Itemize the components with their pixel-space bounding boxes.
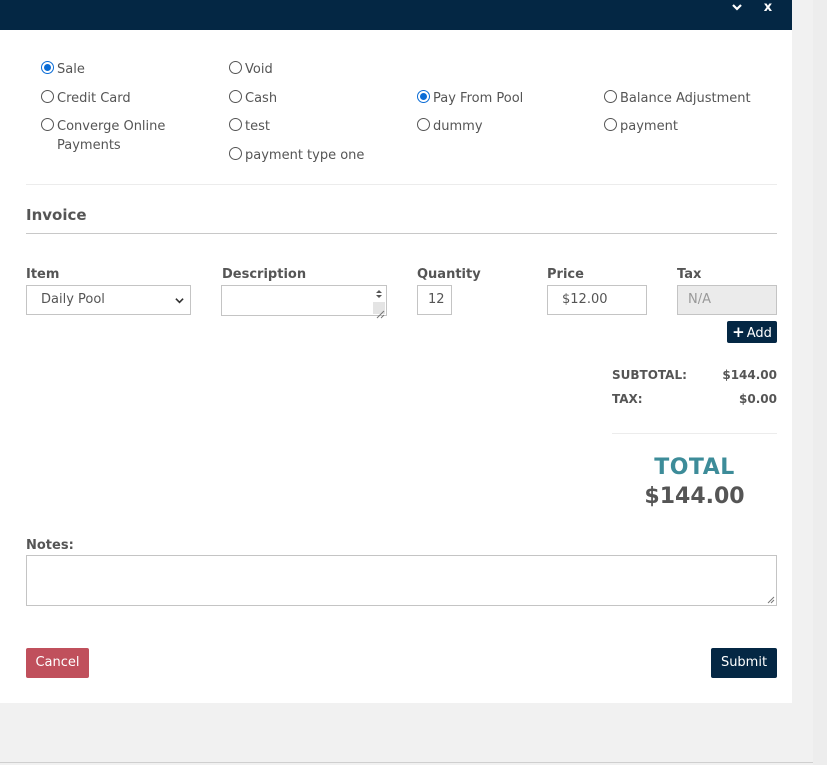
radio-void[interactable]: Void bbox=[229, 60, 273, 79]
quantity-input[interactable]: 12 bbox=[417, 285, 452, 315]
radio-indicator[interactable] bbox=[41, 61, 54, 74]
quantity-label: Quantity bbox=[417, 267, 481, 282]
radio-label: payment type one bbox=[245, 148, 365, 163]
modal-titlebar: x bbox=[0, 0, 792, 30]
radio-label: payment bbox=[620, 119, 678, 134]
item-select-value: Daily Pool bbox=[41, 292, 105, 307]
price-label: Price bbox=[547, 267, 584, 282]
radio-indicator[interactable] bbox=[229, 61, 242, 74]
radio-indicator[interactable] bbox=[229, 90, 242, 103]
radio-test[interactable]: test bbox=[229, 117, 270, 136]
radio-label: Balance Adjustment bbox=[620, 91, 751, 106]
radio-sale[interactable]: Sale bbox=[41, 60, 85, 79]
radio-indicator[interactable] bbox=[41, 90, 54, 103]
resize-handle-icon[interactable] bbox=[373, 302, 385, 319]
radio-label: Converge Online Payments bbox=[57, 119, 166, 153]
add-item-button[interactable]: + Add bbox=[727, 321, 777, 343]
page-scrollbar[interactable] bbox=[813, 0, 827, 765]
radio-pay-from-pool[interactable]: Pay From Pool bbox=[417, 89, 523, 108]
plus-icon: + bbox=[732, 323, 745, 341]
item-select[interactable]: Daily Pool bbox=[26, 285, 191, 315]
submit-button[interactable]: Submit bbox=[711, 648, 777, 678]
add-button-label: Add bbox=[746, 326, 772, 341]
price-input[interactable]: $12.00 bbox=[547, 285, 647, 315]
radio-cash[interactable]: Cash bbox=[229, 89, 277, 108]
radio-label: Sale bbox=[57, 62, 85, 77]
radio-indicator[interactable] bbox=[41, 118, 54, 131]
total-value: $144.00 bbox=[644, 484, 745, 509]
section-divider bbox=[26, 184, 777, 185]
radio-dummy[interactable]: dummy bbox=[417, 117, 483, 136]
total-label: TOTAL bbox=[654, 455, 735, 480]
invoice-title: Invoice bbox=[26, 206, 87, 224]
radio-label: Void bbox=[245, 62, 273, 77]
radio-payment-type-one[interactable]: payment type one bbox=[229, 146, 364, 165]
page-bottom-rule bbox=[0, 762, 813, 763]
summary-divider bbox=[612, 433, 777, 434]
radio-label: dummy bbox=[433, 119, 483, 134]
tax-label: Tax bbox=[677, 267, 702, 282]
radio-indicator[interactable] bbox=[229, 147, 242, 160]
payment-modal: x Sale Void Credit Card Cash Pay From Po… bbox=[0, 0, 792, 703]
description-label: Description bbox=[222, 267, 307, 282]
radio-credit-card[interactable]: Credit Card bbox=[41, 89, 131, 108]
notes-textarea[interactable] bbox=[26, 555, 777, 606]
invoice-title-rule bbox=[26, 233, 777, 234]
radio-label: test bbox=[245, 119, 270, 134]
radio-indicator[interactable] bbox=[604, 118, 617, 131]
resize-handle-icon[interactable] bbox=[765, 594, 775, 604]
radio-indicator[interactable] bbox=[417, 118, 430, 131]
description-textarea[interactable] bbox=[221, 285, 387, 319]
subtotal-label: SUBTOTAL: bbox=[612, 368, 687, 382]
radio-indicator[interactable] bbox=[229, 118, 242, 131]
chevron-down-icon bbox=[175, 298, 184, 304]
radio-balance-adjustment[interactable]: Balance Adjustment bbox=[604, 89, 751, 108]
radio-label: Cash bbox=[245, 91, 278, 106]
item-label: Item bbox=[26, 267, 60, 282]
tax-summary-value: $0.00 bbox=[739, 392, 777, 406]
subtotal-value: $144.00 bbox=[722, 368, 777, 382]
chevron-down-icon[interactable] bbox=[728, 0, 746, 18]
tax-summary-label: TAX: bbox=[612, 392, 643, 406]
radio-converge-online-payments[interactable]: Converge Online Payments bbox=[41, 117, 191, 155]
radio-label: Credit Card bbox=[57, 91, 131, 106]
cancel-button[interactable]: Cancel bbox=[26, 648, 89, 678]
spinner-arrows-icon[interactable] bbox=[375, 288, 383, 300]
radio-payment[interactable]: payment bbox=[604, 117, 678, 136]
notes-label: Notes: bbox=[26, 538, 74, 553]
radio-indicator[interactable] bbox=[417, 90, 430, 103]
radio-indicator[interactable] bbox=[604, 90, 617, 103]
close-icon[interactable]: x bbox=[759, 0, 777, 18]
radio-label: Pay From Pool bbox=[433, 91, 524, 106]
tax-input: N/A bbox=[677, 285, 777, 315]
